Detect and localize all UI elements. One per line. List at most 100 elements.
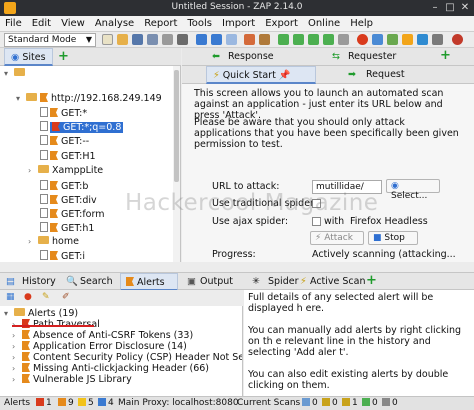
pin-icon[interactable] (259, 34, 270, 45)
break-on-response-icon[interactable] (293, 34, 304, 45)
menu-import[interactable]: Import (217, 16, 260, 29)
menu-export[interactable]: Export (260, 16, 303, 29)
tree-row-host[interactable]: ▾ http://192.168.249.149 (16, 93, 162, 106)
session-properties-icon[interactable] (162, 34, 173, 45)
browser-icon[interactable] (417, 34, 428, 45)
show-tabs-icon[interactable] (244, 34, 255, 45)
flag-icon (22, 352, 30, 361)
tree-row-node[interactable]: GET:b (40, 180, 88, 193)
add-tab-icon[interactable]: + (440, 48, 451, 63)
tree-row-node[interactable]: GET:form (40, 208, 104, 221)
broom-icon[interactable]: ✐ (62, 292, 70, 302)
tree-row-folder[interactable]: › XamppLite (28, 165, 103, 178)
layout-tabs-icon[interactable] (211, 34, 222, 45)
menu-view[interactable]: View (56, 16, 90, 29)
layout-split-icon[interactable] (226, 34, 237, 45)
details-paragraph: Full details of any selected alert will … (248, 292, 434, 314)
tree-row-node[interactable]: GET:H1 (40, 150, 96, 163)
hud-icon[interactable] (387, 34, 398, 45)
maximize-icon[interactable]: □ (443, 1, 457, 15)
menu-online[interactable]: Online (303, 16, 345, 29)
tab-spider[interactable]: Spider (268, 276, 298, 287)
menu-report[interactable]: Report (139, 16, 182, 29)
attack-label: Attack (324, 233, 353, 243)
tab-history[interactable]: History (22, 276, 56, 287)
tree-row-node[interactable]: GET:-- (40, 135, 89, 148)
sites-scrollbar[interactable] (173, 66, 180, 262)
drop-icon[interactable] (338, 34, 349, 45)
minimize-icon[interactable]: – (428, 1, 442, 15)
host-label: http://192.168.249.149 (51, 93, 162, 104)
tree-row-node-selected[interactable]: GET:*;q=0.8 (40, 121, 124, 134)
tree-row-folder[interactable]: › home (28, 236, 79, 249)
menu-file[interactable]: File (0, 16, 27, 29)
tree-view-icon[interactable]: ▦ (6, 292, 15, 302)
alerts-root[interactable]: ▾ Alerts (19) (4, 308, 78, 319)
ajax-spider-checkbox[interactable] (312, 217, 321, 226)
arrow-right-icon: ➡ (348, 69, 356, 80)
tree-row-contexts[interactable]: ▾ (4, 68, 28, 81)
tab-output[interactable]: Output (200, 276, 233, 287)
snapshot-icon[interactable] (147, 34, 158, 45)
tab-requester[interactable]: Requester (348, 51, 396, 62)
break-on-request-icon[interactable] (278, 34, 289, 45)
options-icon[interactable] (177, 34, 188, 45)
menu-help[interactable]: Help (345, 16, 378, 29)
proxy-status-icon[interactable] (452, 34, 463, 45)
details-paragraph: You can also edit existing alerts by dou… (248, 369, 449, 391)
edit-alert-icon[interactable]: ✎ (42, 292, 50, 302)
tab-alerts[interactable]: Alerts (120, 273, 178, 291)
continue-icon[interactable] (323, 34, 334, 45)
sites-tree: ▾ ▾ http://192.168.249.149 GET:* GET:*;q=… (0, 66, 181, 262)
menu-analyse[interactable]: Analyse (90, 16, 139, 29)
layout-icon[interactable] (196, 34, 207, 45)
ajax-spider-label: Use ajax spider: (212, 216, 289, 227)
tab-request[interactable]: Request (366, 69, 405, 80)
alert-item[interactable]: › Content Security Policy (CSP) Header No… (12, 352, 242, 363)
open-session-icon[interactable] (117, 34, 128, 45)
menu-tools[interactable]: Tools (182, 16, 217, 29)
scan-policy-icon[interactable] (357, 34, 368, 45)
attack-button[interactable]: ⚡ Attack (310, 231, 364, 245)
scan-count: 0 (312, 398, 318, 408)
document-icon (40, 222, 48, 232)
menu-bar: File Edit View Analyse Report Tools Import Expo… (0, 16, 474, 32)
document-icon (40, 194, 48, 204)
add-tab-icon[interactable]: + (58, 49, 69, 64)
select-url-button[interactable]: ◉ Select... (386, 179, 440, 201)
alert-item[interactable]: › Application Error Disclosure (14) (12, 341, 187, 352)
tree-row-node[interactable]: GET:div (40, 194, 97, 207)
alert-item[interactable]: › Missing Anti-clickjacking Header (66) (12, 363, 209, 374)
alert-item[interactable]: › Vulnerable JS Library (12, 374, 132, 385)
flag-icon (126, 277, 134, 286)
main-toolbar: Standard Mode ▼ (0, 32, 474, 48)
tab-search[interactable]: Search (80, 276, 113, 287)
status-bar: Alerts 1 9 5 4 Main Proxy: localhost:808… (0, 396, 474, 410)
manage-addons-icon[interactable] (402, 34, 413, 45)
tree-row-node[interactable]: GET:h1 (40, 222, 94, 235)
scrollbar-thumb[interactable] (174, 70, 179, 182)
chevron-down-icon: ▾ (4, 309, 9, 318)
flag-icon (50, 136, 58, 145)
step-icon[interactable] (308, 34, 319, 45)
tab-response[interactable]: Response (228, 51, 274, 62)
menu-edit[interactable]: Edit (27, 16, 56, 29)
tab-active-scan[interactable]: Active Scan (310, 276, 366, 287)
delete-alert-icon[interactable]: ● (24, 292, 32, 302)
lightning-icon (342, 398, 350, 406)
tab-quick-start[interactable]: ⚡ Quick Start 📌 (206, 66, 316, 84)
new-session-icon[interactable] (102, 34, 113, 45)
mode-select[interactable]: Standard Mode ▼ (4, 33, 96, 47)
stop-button[interactable]: ■ Stop (368, 231, 418, 245)
tab-sites[interactable]: ◉ Sites (4, 48, 53, 66)
tree-row-node[interactable]: GET:i (40, 250, 85, 262)
encode-decode-icon[interactable] (372, 34, 383, 45)
help-icon[interactable] (432, 34, 443, 45)
add-tab-icon[interactable]: + (366, 273, 377, 288)
tree-row-node[interactable]: GET:* (40, 107, 87, 120)
alert-item[interactable]: › Absence of Anti-CSRF Tokens (33) (12, 330, 193, 341)
close-icon[interactable]: ✕ (458, 1, 472, 15)
save-session-icon[interactable] (132, 34, 143, 45)
browser-select[interactable]: Firefox Headless (350, 216, 428, 227)
select-label: Select... (391, 191, 428, 201)
